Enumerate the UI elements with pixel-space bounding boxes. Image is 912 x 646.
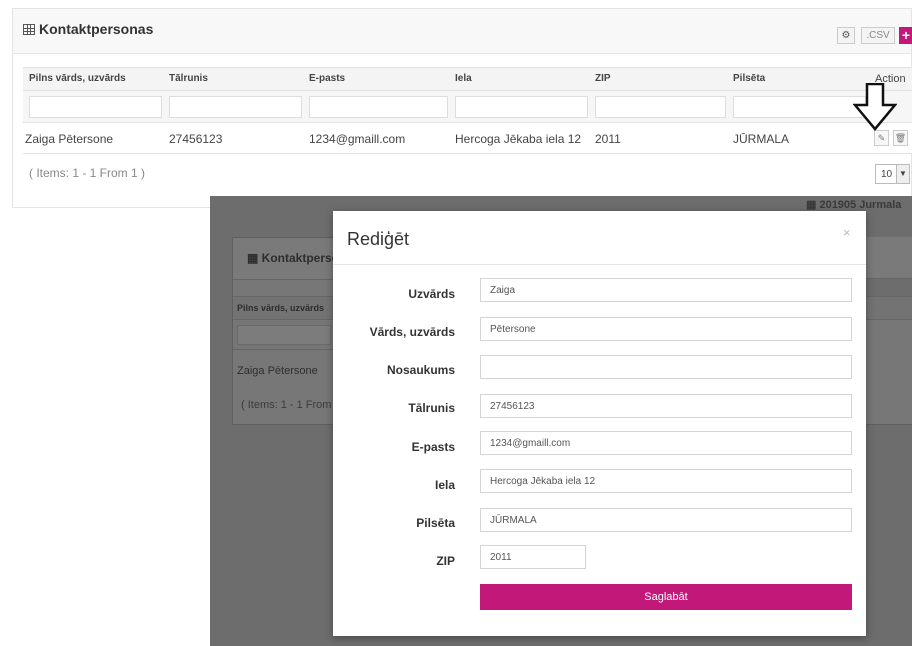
- surname-label: Uzvārds: [408, 287, 455, 301]
- panel-header: Kontaktpersonas ⚙ .CSV +: [13, 9, 912, 54]
- calendar-icon: ▦: [806, 199, 820, 211]
- company-name-field[interactable]: [480, 355, 852, 379]
- page-size-select[interactable]: 10 ▼: [875, 164, 910, 184]
- table-icon: [23, 24, 35, 35]
- backdrop-date-label: ▦ 201905 Jurmala: [806, 198, 901, 211]
- backdrop-panel-header-right: [866, 237, 912, 279]
- email-label: E-pasts: [411, 440, 455, 454]
- filter-row: [23, 91, 912, 123]
- column-header-phone[interactable]: Tālrunis: [169, 73, 208, 84]
- cell-zip: 2011: [595, 132, 621, 146]
- column-header-zip[interactable]: ZIP: [595, 73, 611, 84]
- filter-zip-input[interactable]: [595, 96, 726, 118]
- column-header-street[interactable]: Iela: [455, 73, 472, 84]
- panel-title: Kontaktpersonas: [39, 21, 154, 37]
- filter-phone-input[interactable]: [169, 96, 302, 118]
- city-label: Pilsēta: [416, 516, 455, 530]
- close-icon[interactable]: ×: [843, 225, 851, 240]
- backdrop-row-name: Zaiga Pētersone: [237, 365, 318, 377]
- backdrop-filter-input: [237, 325, 331, 345]
- backdrop-pagination-info: ( Items: 1 - 1 From: [241, 399, 332, 411]
- table-header-row: Pilns vārds, uzvārds Tālrunis E-pasts Ie…: [23, 67, 912, 91]
- cell-city: JŪRMALA: [733, 132, 790, 146]
- backdrop-panel-body-right: [866, 320, 912, 425]
- backdrop-column-header: Pilns vārds, uzvārds: [237, 303, 325, 313]
- phone-field[interactable]: 27456123: [480, 394, 852, 418]
- table-row[interactable]: Zaiga Pētersone 27456123 1234@gmaill.com…: [23, 123, 912, 154]
- cell-email: 1234@gmaill.com: [309, 132, 406, 146]
- filter-street-input[interactable]: [455, 96, 588, 118]
- column-header-city[interactable]: Pilsēta: [733, 73, 765, 84]
- phone-label: Tālrunis: [408, 401, 455, 415]
- email-field[interactable]: 1234@gmaill.com: [480, 431, 852, 455]
- backdrop-panel: ▦ Kontaktperso Pilns vārds, uzvārds Zaig…: [232, 237, 339, 425]
- filter-email-input[interactable]: [309, 96, 448, 118]
- full-name-field[interactable]: Pētersone: [480, 317, 852, 341]
- edit-modal: Rediģēt × Uzvārds Zaiga Vārds, uzvārds P…: [333, 211, 866, 636]
- surname-field[interactable]: Zaiga: [480, 278, 852, 302]
- down-arrow-icon: [853, 83, 897, 131]
- page-size-value: 10: [881, 169, 893, 180]
- backdrop-panel-title-text: Kontaktperso: [261, 251, 340, 265]
- zip-field[interactable]: 2011: [480, 545, 586, 569]
- pagination-info: ( Items: 1 - 1 From 1 ): [29, 166, 146, 180]
- backdrop-filter-row: [233, 320, 333, 350]
- column-header-email[interactable]: E-pasts: [309, 73, 345, 84]
- trash-icon[interactable]: 🗑: [893, 130, 908, 146]
- backdrop-table-header-right: [866, 296, 912, 320]
- backdrop-panel-title: ▦ Kontaktperso: [247, 251, 339, 265]
- table-icon: ▦: [247, 251, 262, 265]
- company-name-label: Nosaukums: [386, 363, 455, 377]
- full-name-label: Vārds, uzvārds: [369, 325, 455, 339]
- filter-full-name-input[interactable]: [29, 96, 162, 118]
- column-header-full-name[interactable]: Pilns vārds, uzvārds: [29, 73, 126, 84]
- modal-divider: [333, 264, 866, 265]
- zip-label: ZIP: [436, 554, 455, 568]
- cell-full-name: Zaiga Pētersone: [25, 132, 114, 146]
- contacts-panel: Kontaktpersonas ⚙ .CSV + Pilns vārds, uz…: [12, 8, 912, 208]
- chevron-down-icon: ▼: [896, 165, 909, 183]
- add-contact-button[interactable]: +: [899, 27, 912, 44]
- cell-phone: 27456123: [169, 132, 223, 146]
- settings-button[interactable]: ⚙: [837, 27, 855, 44]
- edit-icon[interactable]: ✎: [874, 130, 889, 146]
- table-footer: ( Items: 1 - 1 From 1 ) 10 ▼: [23, 154, 912, 194]
- modal-title: Rediģēt: [347, 229, 410, 249]
- backdrop-table-header: Pilns vārds, uzvārds: [233, 296, 333, 320]
- csv-export-button[interactable]: .CSV: [861, 27, 895, 44]
- street-label: Iela: [434, 478, 455, 492]
- cell-street: Hercoga Jēkaba iela 12: [455, 132, 582, 146]
- backdrop-panel-header: ▦ Kontaktperso: [233, 238, 339, 280]
- filter-city-input[interactable]: [733, 96, 866, 118]
- save-button[interactable]: Saglabāt: [480, 584, 852, 610]
- street-field[interactable]: Hercoga Jēkaba iela 12: [480, 469, 852, 493]
- backdrop-date-text: 201905 Jurmala: [819, 199, 902, 211]
- city-field[interactable]: JŪRMALA: [480, 508, 852, 532]
